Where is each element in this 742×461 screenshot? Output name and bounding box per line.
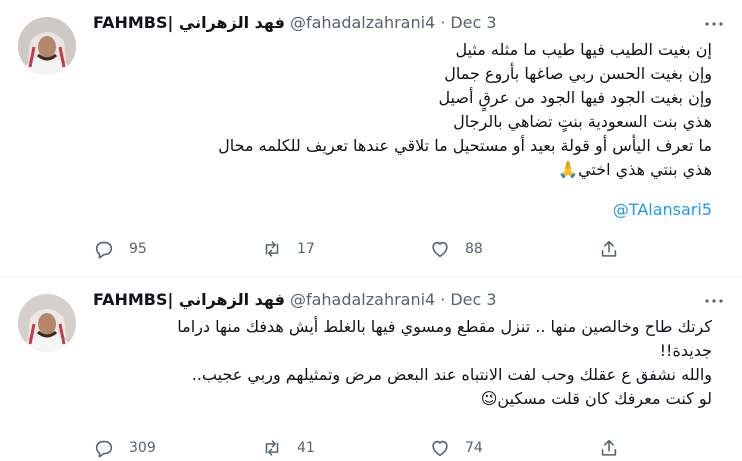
like-button[interactable]: 74: [429, 435, 483, 461]
tweet-actions: 95 17 88: [93, 236, 653, 262]
reply-icon: [95, 440, 113, 458]
share-icon: [601, 240, 617, 257]
separator: ·: [440, 13, 446, 32]
tweet[interactable]: FAHMBS| فهد الزهراني @fahadalzahrani4 · Dec…: [0, 277, 742, 460]
share-button[interactable]: [598, 435, 620, 461]
handle[interactable]: @fahadalzahrani4: [290, 290, 435, 309]
tweet-line: ما تعرف اليأس أو قولة بعيد أو مستحيل ما …: [218, 136, 712, 155]
tweet-line: وإن بغيت الجود فيها الجود من عرقٍ أصيل: [438, 88, 712, 107]
tweet-line: هذي بنتي هذي اختي🙏: [558, 160, 712, 179]
tweet-line: إن بغيت الطيب فيها طيب ما مثله مثيل: [455, 40, 712, 59]
mention-link[interactable]: @TAlansari5: [613, 198, 712, 222]
tweet-line: لو كنت معرفك كان قلت مسكين😉: [480, 389, 712, 408]
tweet-text: إن بغيت الطيب فيها طيب ما مثله مثيل وإن …: [92, 38, 712, 182]
retweet-count: 17: [297, 241, 315, 257]
share-button[interactable]: [598, 236, 620, 262]
display-name[interactable]: FAHMBS| فهد الزهراني: [93, 13, 285, 32]
more-dots-icon[interactable]: [702, 289, 726, 313]
heart-icon: [432, 440, 448, 457]
avatar[interactable]: [18, 17, 76, 75]
display-name[interactable]: FAHMBS| فهد الزهراني: [93, 290, 285, 309]
tweet-text: كرتك طاح وخالصين منها .. تنزل مقطع ومسوي…: [92, 315, 712, 411]
retweet-count: 41: [297, 440, 315, 456]
like-count: 88: [465, 241, 483, 257]
retweet-icon: [265, 440, 279, 456]
timestamp[interactable]: Dec 3: [450, 290, 496, 309]
reply-button[interactable]: 309: [93, 435, 156, 461]
tweet-header: FAHMBS| فهد الزهراني @fahadalzahrani4 · Dec…: [93, 12, 497, 34]
timestamp[interactable]: Dec 3: [450, 13, 496, 32]
retweet-icon: [265, 241, 279, 257]
reply-count: 95: [129, 241, 147, 257]
avatar[interactable]: [18, 294, 76, 352]
retweet-button[interactable]: 41: [261, 435, 315, 461]
reply-button[interactable]: 95: [93, 236, 147, 262]
share-icon: [601, 439, 617, 456]
tweet-actions: 309 41 74: [93, 435, 653, 461]
reply-icon: [95, 241, 113, 259]
like-button[interactable]: 88: [429, 236, 483, 262]
tweet-line: هذي بنت السعودية بنتٍ تضاهي بالرجال: [453, 112, 712, 131]
retweet-button[interactable]: 17: [261, 236, 315, 262]
separator: ·: [440, 290, 446, 309]
tweet-line: والله نشفق ع عقلك وحب لفت الانتباه عند ا…: [191, 365, 712, 384]
handle[interactable]: @fahadalzahrani4: [290, 13, 435, 32]
tweet-line: وإن بغيت الحسن ربي صاغها بأروع جمال: [444, 64, 712, 83]
tweet-line: جديدة!!: [659, 341, 712, 360]
reply-count: 309: [129, 440, 156, 456]
tweet[interactable]: FAHMBS| فهد الزهراني @fahadalzahrani4 · Dec…: [0, 0, 742, 276]
heart-icon: [432, 241, 448, 258]
like-count: 74: [465, 440, 483, 456]
tweet-header: FAHMBS| فهد الزهراني @fahadalzahrani4 · Dec…: [93, 289, 497, 311]
tweet-line: كرتك طاح وخالصين منها .. تنزل مقطع ومسوي…: [177, 317, 712, 336]
more-dots-icon[interactable]: [702, 12, 726, 36]
